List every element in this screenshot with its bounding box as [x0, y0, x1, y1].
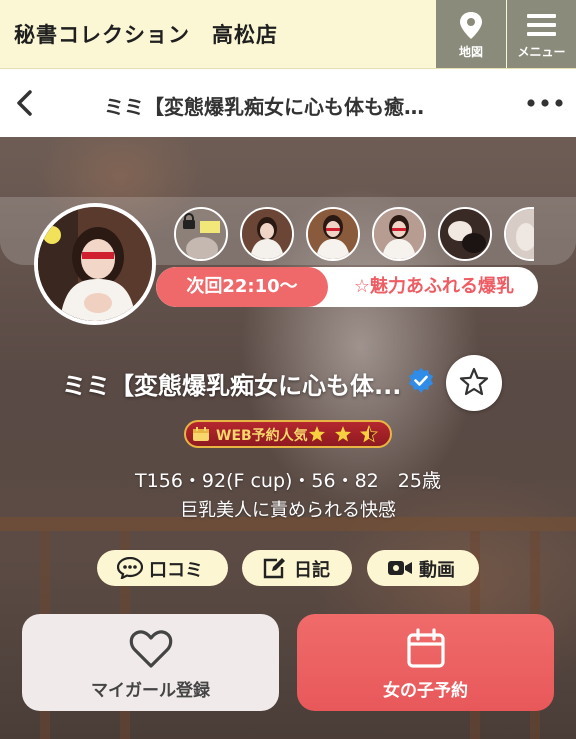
photo-thumbnail[interactable]	[306, 207, 360, 261]
girl-name: ミミ【変態爆乳痴女に心も体...	[62, 372, 402, 400]
diary-chip[interactable]: 日記	[242, 550, 352, 586]
catchcopy: 巨乳美人に責められる快感	[180, 500, 396, 521]
my-girl-register-button[interactable]: マイガール登録	[22, 614, 279, 711]
main-avatar[interactable]	[34, 203, 156, 325]
lock-icon	[182, 213, 196, 229]
favorite-button[interactable]	[446, 355, 502, 411]
menu-label: メニュー	[517, 45, 566, 59]
hamburger-icon	[507, 10, 576, 40]
girl-reservation-button[interactable]: 女の子予約	[297, 614, 554, 711]
shop-name[interactable]: 秘書コレクション 高松店	[14, 19, 278, 49]
video-camera-icon	[387, 557, 413, 579]
photo-thumbnail[interactable]	[372, 207, 426, 261]
popularity-stars	[308, 424, 388, 443]
chevron-left-icon	[17, 90, 32, 116]
profile-hero: 次回22:10〜 ☆魅力あふれる爆乳 ミミ【変態爆乳痴女に心も体... WEB予…	[0, 137, 576, 739]
diary-label: 日記	[294, 560, 330, 581]
heart-outline-icon	[22, 628, 279, 670]
video-chip[interactable]: 動画	[367, 550, 479, 586]
page-title: ミミ【変態爆乳痴女に心も体も癒…	[104, 95, 424, 119]
verified-check-icon	[407, 367, 435, 395]
video-label: 動画	[419, 560, 455, 581]
photo-thumbnail[interactable]	[438, 207, 492, 261]
site-header: 秘書コレクション 高松店 地図 メニュー	[0, 0, 576, 69]
reviews-chip[interactable]: 口コミ	[97, 550, 228, 586]
calendar-icon	[297, 628, 554, 670]
map-pin-icon	[436, 10, 506, 40]
girl-reservation-label: 女の子予約	[383, 681, 468, 701]
map-button[interactable]: 地図	[436, 0, 506, 68]
next-available-time: 次回22:10〜	[156, 267, 328, 307]
photo-thumbnail-locked[interactable]	[174, 207, 228, 261]
body-specs: T156・92(F cup)・56・82 25歳	[135, 470, 441, 492]
star-outline-icon	[459, 367, 489, 396]
photo-thumbnail[interactable]	[240, 207, 294, 261]
catchphrase-tag: ☆魅力あふれる爆乳	[353, 276, 515, 297]
web-reservation-popularity-badge: WEB予約人気	[184, 420, 392, 448]
next-availability-pill: 次回22:10〜 ☆魅力あふれる爆乳	[156, 267, 538, 307]
chat-bubble-icon	[116, 556, 144, 581]
edit-icon	[262, 557, 288, 579]
back-button[interactable]	[10, 87, 40, 119]
photo-thumbnail-strip	[174, 207, 554, 265]
badge-label: WEB予約人気	[216, 428, 308, 444]
more-options-button[interactable]	[522, 93, 568, 113]
photo-thumbnail[interactable]	[504, 207, 534, 261]
page-titlebar: ミミ【変態爆乳痴女に心も体も癒…	[0, 69, 576, 137]
reviews-label: 口コミ	[149, 560, 203, 581]
calendar-icon	[192, 426, 210, 442]
menu-button[interactable]: メニュー	[507, 0, 576, 68]
map-label: 地図	[458, 45, 483, 59]
my-girl-register-label: マイガール登録	[91, 681, 210, 701]
more-dots-icon	[527, 99, 563, 107]
